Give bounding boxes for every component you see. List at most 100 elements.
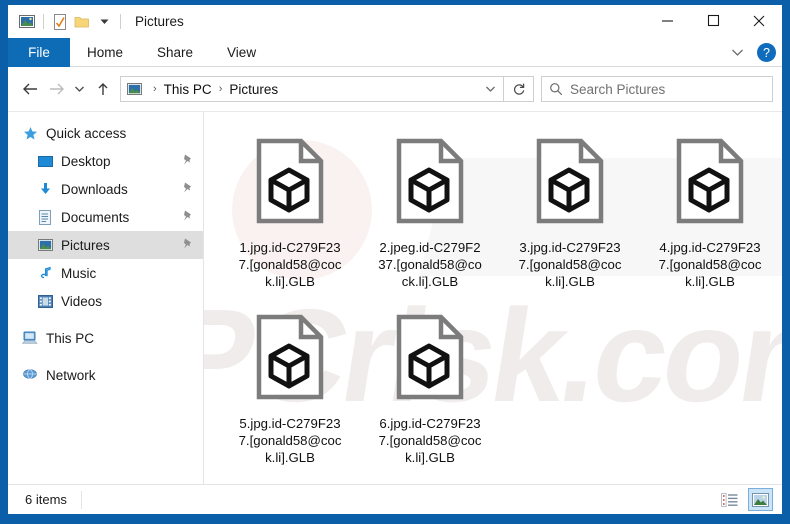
network-icon	[20, 368, 40, 382]
sidebar-item-this-pc[interactable]: This PC	[8, 324, 203, 352]
customize-dropdown-icon[interactable]	[93, 11, 115, 33]
pin-icon[interactable]	[182, 182, 193, 197]
videos-icon	[35, 294, 55, 308]
recent-locations-button[interactable]	[69, 76, 90, 102]
file-name: 5.jpg.id-C279F237.[gonald58@cock.li].GLB	[238, 416, 342, 465]
sidebar-label: Videos	[61, 293, 103, 309]
item-count-label: 6 items	[25, 492, 67, 507]
sidebar-item-music[interactable]: Music	[8, 259, 203, 287]
sidebar-label: Pictures	[61, 237, 110, 253]
pin-icon[interactable]	[182, 238, 193, 253]
address-dropdown-icon[interactable]	[477, 85, 503, 93]
chevron-down-icon[interactable]	[726, 42, 748, 64]
sidebar-item-pictures[interactable]: Pictures	[8, 231, 203, 259]
breadcrumb-this-pc[interactable]: This PC	[163, 82, 213, 97]
sidebar-label: Music	[61, 265, 97, 281]
sidebar-label: Downloads	[61, 181, 128, 197]
search-icon	[542, 82, 570, 96]
title-bar: Pictures	[8, 5, 782, 38]
breadcrumb-separator-0: ›	[153, 83, 157, 95]
address-bar-row: › This PC › Pictures Search Pictures	[8, 67, 782, 111]
glb-3d-model-file-icon	[242, 301, 338, 413]
documents-icon	[35, 209, 55, 225]
sidebar-item-documents[interactable]: Documents	[8, 203, 203, 231]
sidebar-item-videos[interactable]: Videos	[8, 287, 203, 315]
desktop-background: Pictures File Home Share View ? › This P…	[0, 0, 790, 524]
tab-home[interactable]: Home	[70, 38, 140, 67]
status-divider	[80, 490, 82, 509]
sidebar-label: Network	[46, 367, 96, 383]
ribbon-divider	[70, 66, 782, 67]
glb-3d-model-file-icon	[382, 301, 478, 413]
tab-share[interactable]: Share	[140, 38, 210, 67]
sidebar-item-quick-access[interactable]: Quick access	[8, 119, 203, 147]
sidebar-label: This PC	[46, 330, 95, 346]
toolbar-divider	[43, 14, 44, 29]
pin-icon[interactable]	[182, 154, 193, 169]
desktop-icon	[35, 155, 55, 168]
sidebar-label: Quick access	[46, 125, 127, 141]
large-icons-view-button[interactable]	[748, 488, 773, 511]
breadcrumb-separator-1: ›	[218, 83, 223, 95]
sidebar-item-network[interactable]: Network	[8, 361, 203, 389]
file-list-pane[interactable]: PCrisk.com 1.jpg.id-C279F237.[gonald58@c…	[204, 112, 782, 484]
window-title: Pictures	[135, 14, 184, 29]
file-name: 3.jpg.id-C279F237.[gonald58@cock.li].GLB	[518, 240, 622, 289]
window-controls	[644, 5, 782, 36]
search-input[interactable]: Search Pictures	[541, 76, 773, 102]
file-item[interactable]: 1.jpg.id-C279F237.[gonald58@cock.li].GLB	[220, 125, 360, 301]
glb-3d-model-file-icon	[662, 125, 758, 237]
picture-icon[interactable]	[16, 11, 38, 33]
star-icon	[20, 126, 40, 141]
ribbon-tab-bar: File Home Share View ?	[8, 38, 782, 67]
search-placeholder: Search Pictures	[570, 81, 666, 97]
glb-3d-model-file-icon	[522, 125, 618, 237]
downloads-icon	[35, 182, 55, 196]
new-folder-icon[interactable]	[71, 11, 93, 33]
file-item[interactable]: 6.jpg.id-C279F237.[gonald58@cock.li].GLB	[360, 301, 500, 477]
file-name: 2.jpeg.id-C279F237.[gonald58@cock.li].GL…	[378, 240, 482, 289]
back-button[interactable]	[17, 76, 43, 102]
navigation-pane: Quick access Desktop Downloads Documents…	[8, 112, 204, 484]
sidebar-label: Desktop	[61, 153, 111, 169]
maximize-button[interactable]	[690, 5, 736, 36]
pictures-folder-icon	[121, 83, 147, 95]
music-icon	[35, 266, 55, 281]
tab-view[interactable]: View	[210, 38, 273, 67]
sidebar-item-downloads[interactable]: Downloads	[8, 175, 203, 203]
file-item[interactable]: 4.jpg.id-C279F237.[gonald58@cock.li].GLB	[640, 125, 780, 301]
file-item[interactable]: 3.jpg.id-C279F237.[gonald58@cock.li].GLB	[500, 125, 640, 301]
tab-file[interactable]: File	[8, 38, 70, 67]
refresh-button[interactable]	[504, 76, 534, 102]
file-explorer-window: Pictures File Home Share View ? › This P…	[8, 5, 782, 514]
file-item[interactable]: 2.jpeg.id-C279F237.[gonald58@cock.li].GL…	[360, 125, 500, 301]
file-name: 1.jpg.id-C279F237.[gonald58@cock.li].GLB	[238, 240, 342, 289]
close-button[interactable]	[736, 5, 782, 36]
view-mode-buttons	[717, 485, 773, 514]
help-button[interactable]: ?	[757, 43, 776, 62]
explorer-body: Quick access Desktop Downloads Documents…	[8, 111, 782, 484]
file-name: 6.jpg.id-C279F237.[gonald58@cock.li].GLB	[378, 416, 482, 465]
file-item[interactable]: 5.jpg.id-C279F237.[gonald58@cock.li].GLB	[220, 301, 360, 477]
glb-3d-model-file-icon	[382, 125, 478, 237]
status-bar: 6 items	[8, 484, 782, 514]
quick-access-toolbar	[8, 11, 126, 33]
address-bar[interactable]: › This PC › Pictures	[120, 76, 504, 102]
file-grid: 1.jpg.id-C279F237.[gonald58@cock.li].GLB	[204, 112, 782, 477]
glb-3d-model-file-icon	[242, 125, 338, 237]
minimize-button[interactable]	[644, 5, 690, 36]
up-button[interactable]	[90, 76, 116, 102]
toolbar-divider-2	[120, 14, 121, 29]
properties-icon[interactable]	[49, 11, 71, 33]
sidebar-label: Documents	[61, 209, 130, 225]
forward-button[interactable]	[43, 76, 69, 102]
sidebar-item-desktop[interactable]: Desktop	[8, 147, 203, 175]
details-view-button[interactable]	[717, 488, 742, 511]
this-pc-icon	[20, 331, 40, 345]
pin-icon[interactable]	[182, 210, 193, 225]
pictures-icon	[35, 239, 55, 251]
file-name: 4.jpg.id-C279F237.[gonald58@cock.li].GLB	[658, 240, 762, 289]
breadcrumb-pictures[interactable]: Pictures	[228, 82, 279, 97]
